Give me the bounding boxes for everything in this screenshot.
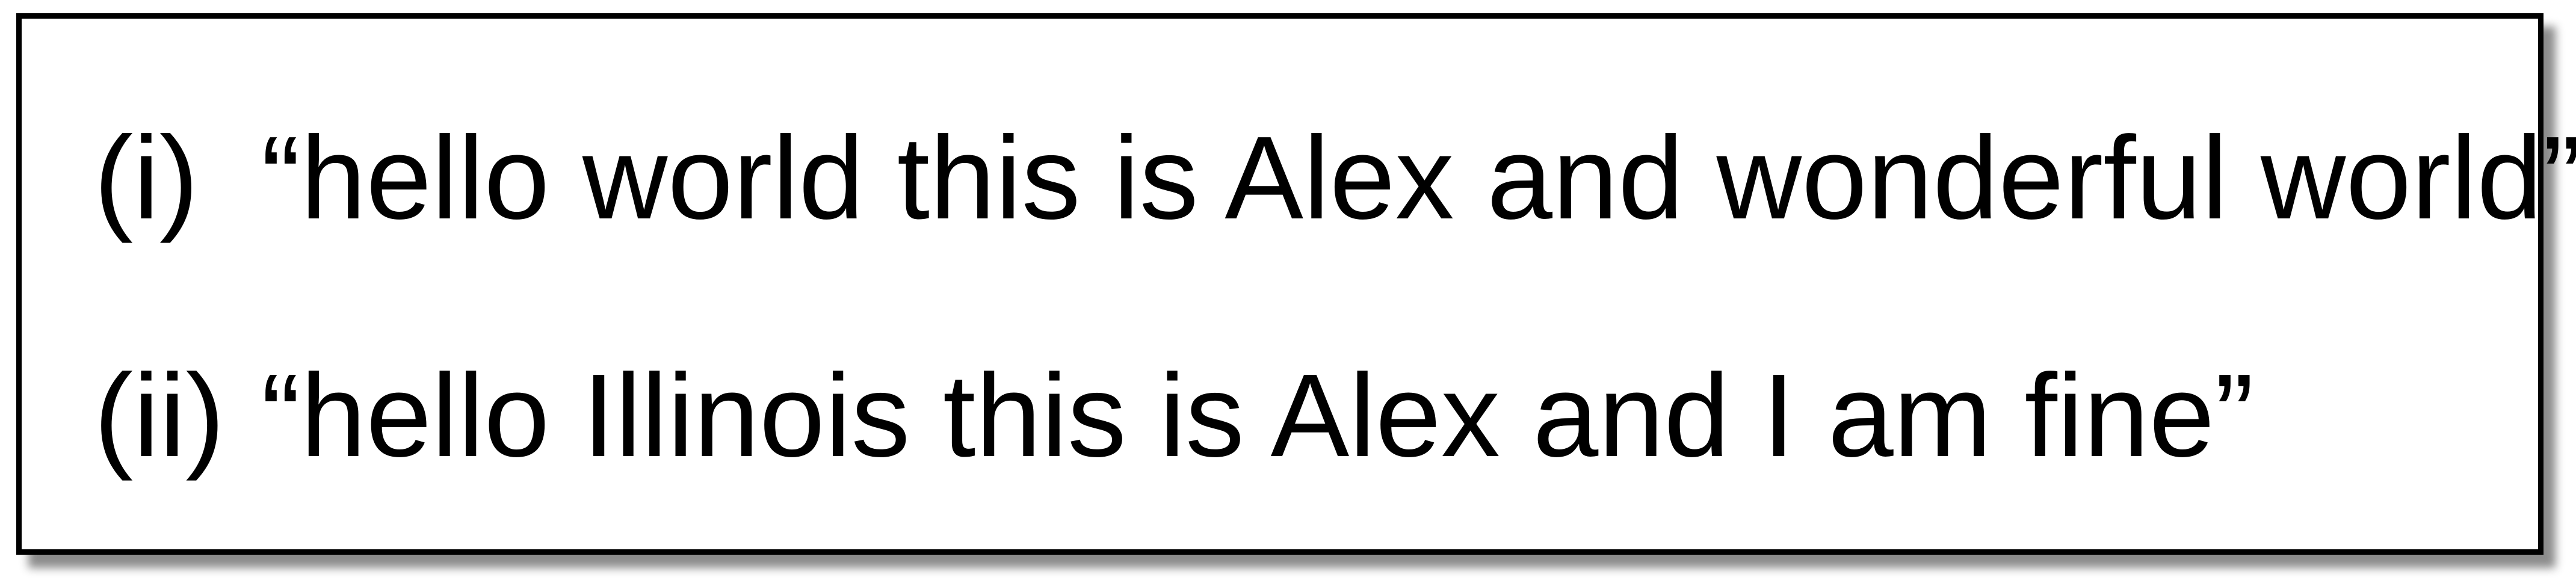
- sentence-text-2: “hello Illinois this is Alex and I am fi…: [261, 350, 2254, 481]
- example-sentences-box: (i) “hello world this is Alex and wonder…: [16, 13, 2576, 555]
- sentence-marker-2: (ii): [94, 350, 225, 481]
- sentence-text-1: “hello world this is Alex and wonderful …: [261, 112, 2576, 244]
- sentence-marker-1: (i): [94, 112, 199, 244]
